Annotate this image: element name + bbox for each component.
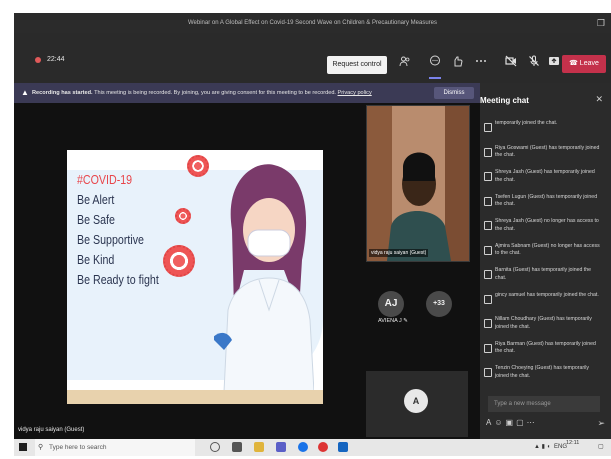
- cortana-icon[interactable]: [210, 442, 220, 452]
- shared-slide: #COVID-19 Be Alert Be Safe Be Supportive…: [67, 150, 323, 404]
- slide-line-3: Be Safe: [77, 212, 115, 227]
- meeting-toolbar: 22:44 Request control ☎ Leave: [14, 33, 611, 83]
- more-participants-badge[interactable]: +33: [426, 291, 452, 317]
- participant-name: vidya raju saiyan (Guest): [369, 249, 429, 257]
- chat-event-text: Ajmira Sabnam (Guest) no longer has acce…: [495, 242, 600, 257]
- taskbar-search-placeholder: Type here to search: [49, 444, 107, 451]
- more-icon[interactable]: [474, 55, 488, 69]
- word-icon[interactable]: [338, 442, 348, 452]
- slide-line-1: #COVID-19: [77, 172, 133, 187]
- video-frame: [367, 106, 469, 261]
- chat-event-icon: [484, 343, 492, 353]
- avatar[interactable]: AJ: [378, 291, 404, 317]
- chat-event-text: Nillam Choudhary (Guest) has temporarily…: [495, 316, 592, 330]
- chat-event-icon: [484, 245, 492, 255]
- window-title: Webinar on A Global Effect on Covid-19 S…: [187, 20, 438, 26]
- phone-hangup-icon: ☎: [569, 60, 580, 67]
- slide-line-4: Be Supportive: [77, 232, 144, 247]
- recording-indicator-icon: [35, 57, 41, 63]
- start-icon[interactable]: [19, 443, 27, 451]
- recording-banner: ▲ Recording has started. This meeting is…: [14, 83, 480, 103]
- slide-line-2: Be Alert: [77, 192, 115, 207]
- chat-event-text: Riya Goswami (Guest) has temporarily joi…: [495, 144, 600, 159]
- chat-message-input[interactable]: Type a new message: [488, 396, 600, 412]
- reactions-icon[interactable]: [451, 55, 465, 69]
- chat-event-text: Tenzin Choeying (Guest) has temporarily …: [495, 365, 589, 379]
- share-screen-icon[interactable]: [547, 55, 561, 69]
- chat-compose-tools: A☺▣▢⋯: [486, 418, 538, 427]
- teams-window: Webinar on A Global Effect on Covid-19 S…: [14, 13, 611, 456]
- title-bar: Webinar on A Global Effect on Covid-19 S…: [14, 13, 611, 33]
- teams-icon[interactable]: [276, 442, 286, 452]
- virus-icon: [187, 155, 209, 177]
- presenter-name: vidya raju saiyan (Guest): [18, 427, 85, 433]
- camera-off-icon[interactable]: [504, 55, 518, 69]
- task-view-icon[interactable]: [232, 442, 242, 452]
- meeting-timer: 22:44: [47, 56, 65, 63]
- participant-label: AVIENA J ✎: [378, 318, 408, 324]
- chat-event-text: gincy samuel has temporarily joined the …: [495, 291, 599, 298]
- sticker-icon[interactable]: ▢: [516, 418, 527, 427]
- banner-bold: Recording has started.: [32, 90, 93, 96]
- slide-bottom-band: [67, 390, 323, 404]
- request-control-button[interactable]: Request control: [327, 56, 387, 74]
- taskbar-clock[interactable]: 12:11: [566, 440, 579, 447]
- chat-event-icon: [484, 368, 492, 377]
- chat-event-text: Riya Barman (Guest) has temporarily join…: [495, 340, 596, 355]
- chat-title: Meeting chat: [480, 96, 529, 105]
- nurse-illustration: [214, 164, 314, 392]
- chat-event-icon: [484, 221, 492, 230]
- slide-line-6: Be Ready to fight: [77, 272, 159, 287]
- avatar: A: [404, 389, 428, 413]
- leave-label: Leave: [579, 60, 599, 67]
- banner-message: This meeting is being recorded. By joini…: [92, 90, 338, 96]
- windows-taskbar: ⚲ Type here to search ▲ ▮ ◖ ENG 12:11 ▢: [14, 439, 611, 456]
- more-icon[interactable]: ⋯: [527, 418, 538, 427]
- opera-icon[interactable]: [318, 442, 328, 452]
- close-icon[interactable]: ✕: [595, 94, 603, 105]
- slide-line-5: Be Kind: [77, 252, 115, 267]
- chat-event-icon: [484, 294, 492, 304]
- chat-event-text: Shreya Jash (Guest) has temporarily join…: [495, 169, 595, 183]
- restore-window-icon[interactable]: ❐: [597, 13, 605, 33]
- file-explorer-icon[interactable]: [254, 442, 264, 452]
- send-icon[interactable]: ➢: [597, 418, 605, 429]
- chat-event-text: Barnita (Guest) has temporarily joined t…: [495, 267, 592, 281]
- chat-event-icon: [484, 270, 492, 279]
- gif-icon[interactable]: ▣: [506, 418, 517, 427]
- participant-tile[interactable]: A: [366, 371, 468, 437]
- chat-active-indicator: [429, 77, 441, 79]
- mic-off-icon[interactable]: [527, 55, 541, 69]
- chat-event-icon: [484, 123, 492, 132]
- chat-event-icon: [484, 196, 492, 206]
- dismiss-button[interactable]: Dismiss: [434, 87, 474, 99]
- network-icon[interactable]: ▲ ▮ ◖: [534, 439, 550, 456]
- search-icon: ⚲: [38, 444, 44, 451]
- meeting-chat-panel: Meeting chat ✕ temporarily joined the ch…: [480, 83, 611, 439]
- mic-icon: ✎: [403, 318, 408, 324]
- meeting-stage: #COVID-19 Be Alert Be Safe Be Supportive…: [14, 103, 480, 439]
- chat-event-text: temporarily joined the chat.: [495, 120, 558, 126]
- leave-button[interactable]: ☎ Leave: [562, 55, 606, 73]
- chat-icon[interactable]: [428, 55, 442, 69]
- taskbar-search[interactable]: ⚲ Type here to search: [35, 439, 195, 456]
- chat-event-icon: [484, 172, 492, 181]
- virus-icon: [175, 208, 191, 224]
- notification-icon[interactable]: ▢: [598, 439, 604, 456]
- emoji-icon[interactable]: ☺: [494, 418, 505, 427]
- banner-text: Recording has started. This meeting is b…: [32, 83, 372, 103]
- chrome-icon[interactable]: [298, 442, 308, 452]
- participant-video[interactable]: vidya raju saiyan (Guest): [366, 105, 470, 262]
- privacy-policy-link[interactable]: Privacy policy: [338, 90, 372, 96]
- chat-event-text: Shreya Jash (Guest) no longer has access…: [495, 218, 599, 232]
- chat-event-icon: [484, 147, 492, 157]
- people-icon[interactable]: [398, 55, 412, 69]
- warning-icon: ▲: [21, 88, 29, 97]
- chat-event-icon: [484, 319, 492, 328]
- virus-icon: [163, 245, 195, 277]
- chat-event-text: Tsefen Lugun (Guest) has temporarily joi…: [495, 193, 598, 208]
- participant-label-name: AVIENA J: [378, 318, 402, 324]
